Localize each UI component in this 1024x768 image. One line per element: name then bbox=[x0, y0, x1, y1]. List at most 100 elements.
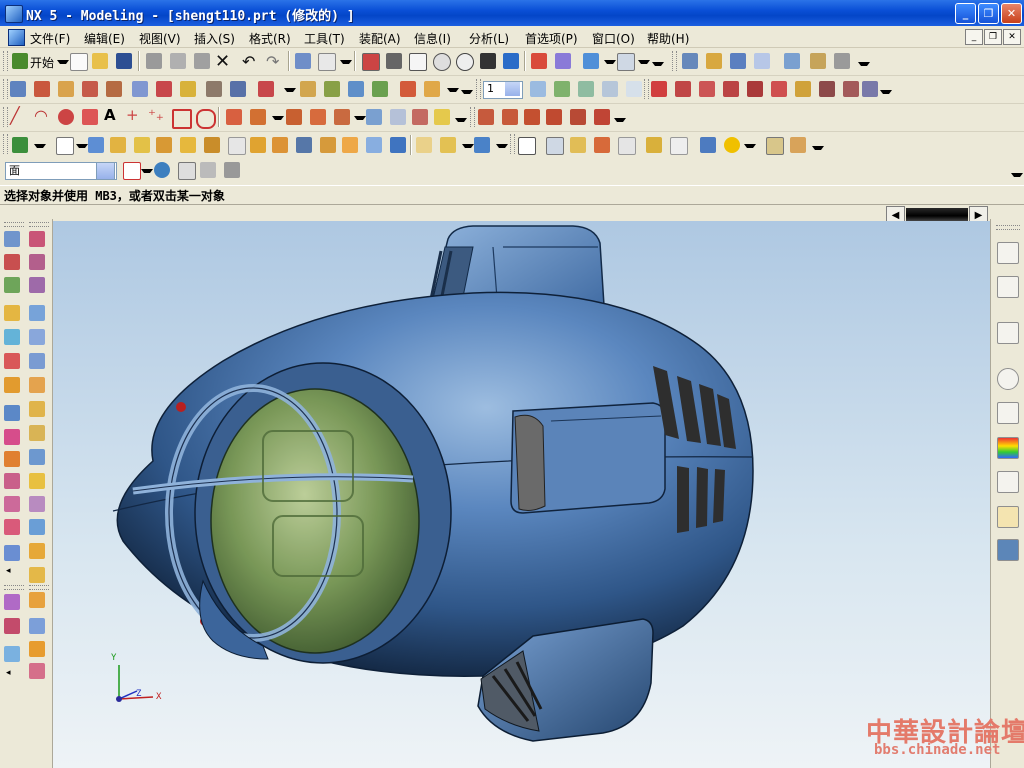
selection-bar-options-icon[interactable] bbox=[1011, 173, 1023, 177]
mirror-face-icon[interactable] bbox=[29, 663, 45, 679]
grid-view-icon[interactable] bbox=[518, 137, 536, 155]
light-dropdown-icon[interactable] bbox=[744, 144, 756, 148]
background-icon[interactable] bbox=[670, 137, 688, 155]
menu-view[interactable]: 视图(V) bbox=[139, 30, 181, 47]
menu-help[interactable]: 帮助(H) bbox=[647, 30, 689, 47]
edit-params-icon[interactable] bbox=[29, 254, 45, 270]
edit-feature-icon[interactable] bbox=[29, 231, 45, 247]
toolbar-options-icon[interactable] bbox=[455, 118, 467, 122]
view-layout-dropdown-icon[interactable] bbox=[638, 60, 650, 64]
circle-icon[interactable] bbox=[58, 109, 74, 125]
toolbar-grip[interactable] bbox=[3, 51, 8, 71]
select-previous-icon[interactable] bbox=[154, 162, 170, 178]
i-form-icon[interactable] bbox=[440, 137, 456, 153]
pull-face-icon[interactable] bbox=[29, 592, 45, 608]
fit-view-icon[interactable] bbox=[362, 53, 380, 71]
history-icon[interactable] bbox=[997, 368, 1019, 390]
wcs-display-icon[interactable] bbox=[747, 81, 763, 97]
thicken-icon[interactable] bbox=[390, 137, 406, 153]
wcs-set-icon[interactable] bbox=[819, 81, 835, 97]
remove-parameters-icon[interactable] bbox=[4, 353, 20, 369]
perspective-icon[interactable] bbox=[503, 53, 519, 69]
explosion-view-icon[interactable] bbox=[810, 53, 826, 69]
point-set-icon[interactable]: ⁺₊ bbox=[148, 106, 164, 124]
palette-grip[interactable] bbox=[4, 585, 24, 590]
system-materials-icon[interactable] bbox=[997, 437, 1019, 459]
open-folder-icon[interactable] bbox=[92, 53, 108, 69]
palette-icon[interactable] bbox=[997, 539, 1019, 561]
helix-icon[interactable] bbox=[434, 109, 450, 125]
toolbar-grip[interactable] bbox=[3, 134, 8, 154]
color-palette-icon[interactable] bbox=[646, 137, 662, 153]
selection-dropdown-icon[interactable] bbox=[340, 60, 352, 64]
sequence-icon[interactable] bbox=[834, 53, 850, 69]
resize-face-icon[interactable] bbox=[4, 618, 20, 634]
rectangle-icon[interactable] bbox=[172, 109, 192, 129]
start-dropdown-icon[interactable] bbox=[57, 60, 69, 64]
x-form-icon[interactable] bbox=[416, 137, 432, 153]
sew-icon[interactable] bbox=[228, 137, 246, 155]
curve-operation-dropdown-icon[interactable] bbox=[354, 116, 366, 120]
divide-curve-icon[interactable] bbox=[524, 109, 540, 125]
section-analysis-icon[interactable] bbox=[29, 519, 45, 535]
feature-operation-dropdown-icon[interactable] bbox=[447, 88, 459, 92]
menu-edit[interactable]: 编辑(E) bbox=[84, 30, 125, 47]
rendering-style-dropdown-icon[interactable] bbox=[604, 60, 616, 64]
process-studio-icon[interactable] bbox=[997, 471, 1019, 493]
reuse-library-icon[interactable] bbox=[997, 402, 1019, 424]
wcs-orient-icon[interactable] bbox=[699, 81, 715, 97]
shell-icon[interactable] bbox=[258, 81, 274, 97]
swept-icon[interactable] bbox=[134, 137, 150, 153]
copy-to-layer-icon[interactable] bbox=[602, 81, 618, 97]
edit-object-icon[interactable] bbox=[295, 53, 311, 69]
orient-view-icon[interactable] bbox=[531, 53, 547, 69]
move-face-icon[interactable] bbox=[474, 137, 490, 153]
toolbar-grip[interactable] bbox=[644, 79, 649, 99]
trimmed-sheet-icon[interactable] bbox=[272, 137, 288, 153]
toolbar-grip[interactable] bbox=[3, 79, 8, 99]
shaded-icon[interactable] bbox=[700, 137, 716, 153]
reorder-icon[interactable] bbox=[29, 305, 45, 321]
edit-position-icon[interactable] bbox=[4, 377, 20, 393]
thread-icon[interactable] bbox=[300, 81, 316, 97]
split-body-icon[interactable] bbox=[424, 81, 440, 97]
toolbar-grip[interactable] bbox=[3, 107, 8, 127]
slope-analysis-icon[interactable] bbox=[29, 567, 45, 583]
mdi-restore-button[interactable]: ❐ bbox=[984, 29, 1002, 45]
restore-button[interactable]: ❐ bbox=[978, 3, 999, 24]
sketch-icon[interactable] bbox=[10, 81, 26, 97]
text-icon[interactable]: A bbox=[104, 106, 116, 124]
reflection-icon[interactable] bbox=[4, 545, 20, 561]
select-all-icon[interactable] bbox=[178, 162, 196, 180]
suppress-icon[interactable] bbox=[4, 329, 20, 345]
trim-curve-icon[interactable] bbox=[478, 109, 494, 125]
intersect-icon[interactable] bbox=[180, 81, 196, 97]
part-navigator-icon[interactable] bbox=[997, 276, 1019, 298]
ruled-icon[interactable] bbox=[156, 137, 172, 153]
menu-information[interactable]: 信息(I) bbox=[414, 30, 451, 47]
pencil-icon[interactable] bbox=[29, 401, 45, 417]
resize-blend-icon[interactable] bbox=[4, 473, 20, 489]
menu-format[interactable]: 格式(R) bbox=[249, 30, 291, 47]
unite-icon[interactable] bbox=[132, 81, 148, 97]
mdi-minimize-button[interactable]: _ bbox=[965, 29, 983, 45]
color-face-icon[interactable] bbox=[4, 429, 20, 445]
edge-blend-icon[interactable] bbox=[206, 81, 222, 97]
wrap-curve-icon[interactable] bbox=[412, 109, 428, 125]
magnify-icon[interactable] bbox=[433, 53, 451, 71]
move-feature-icon[interactable] bbox=[4, 305, 20, 321]
toolbar-options-icon[interactable] bbox=[858, 62, 870, 66]
rendering-style-icon[interactable] bbox=[583, 53, 599, 69]
constrain-face-icon[interactable] bbox=[4, 646, 20, 662]
resource-bar-grip[interactable] bbox=[996, 225, 1020, 230]
deselect-icon[interactable] bbox=[200, 162, 216, 178]
move-object-icon[interactable] bbox=[29, 377, 45, 393]
menu-tools[interactable]: 工具(T) bbox=[304, 30, 345, 47]
undo-icon[interactable]: ↶ bbox=[242, 52, 255, 71]
work-layer-dropdown-icon[interactable] bbox=[505, 82, 520, 96]
stretch-curve-icon[interactable] bbox=[594, 109, 610, 125]
through-curves-icon[interactable] bbox=[88, 137, 104, 153]
section-curve-icon[interactable] bbox=[334, 109, 350, 125]
toolbar-grip[interactable] bbox=[476, 79, 481, 99]
wave-link-icon[interactable] bbox=[784, 53, 800, 69]
